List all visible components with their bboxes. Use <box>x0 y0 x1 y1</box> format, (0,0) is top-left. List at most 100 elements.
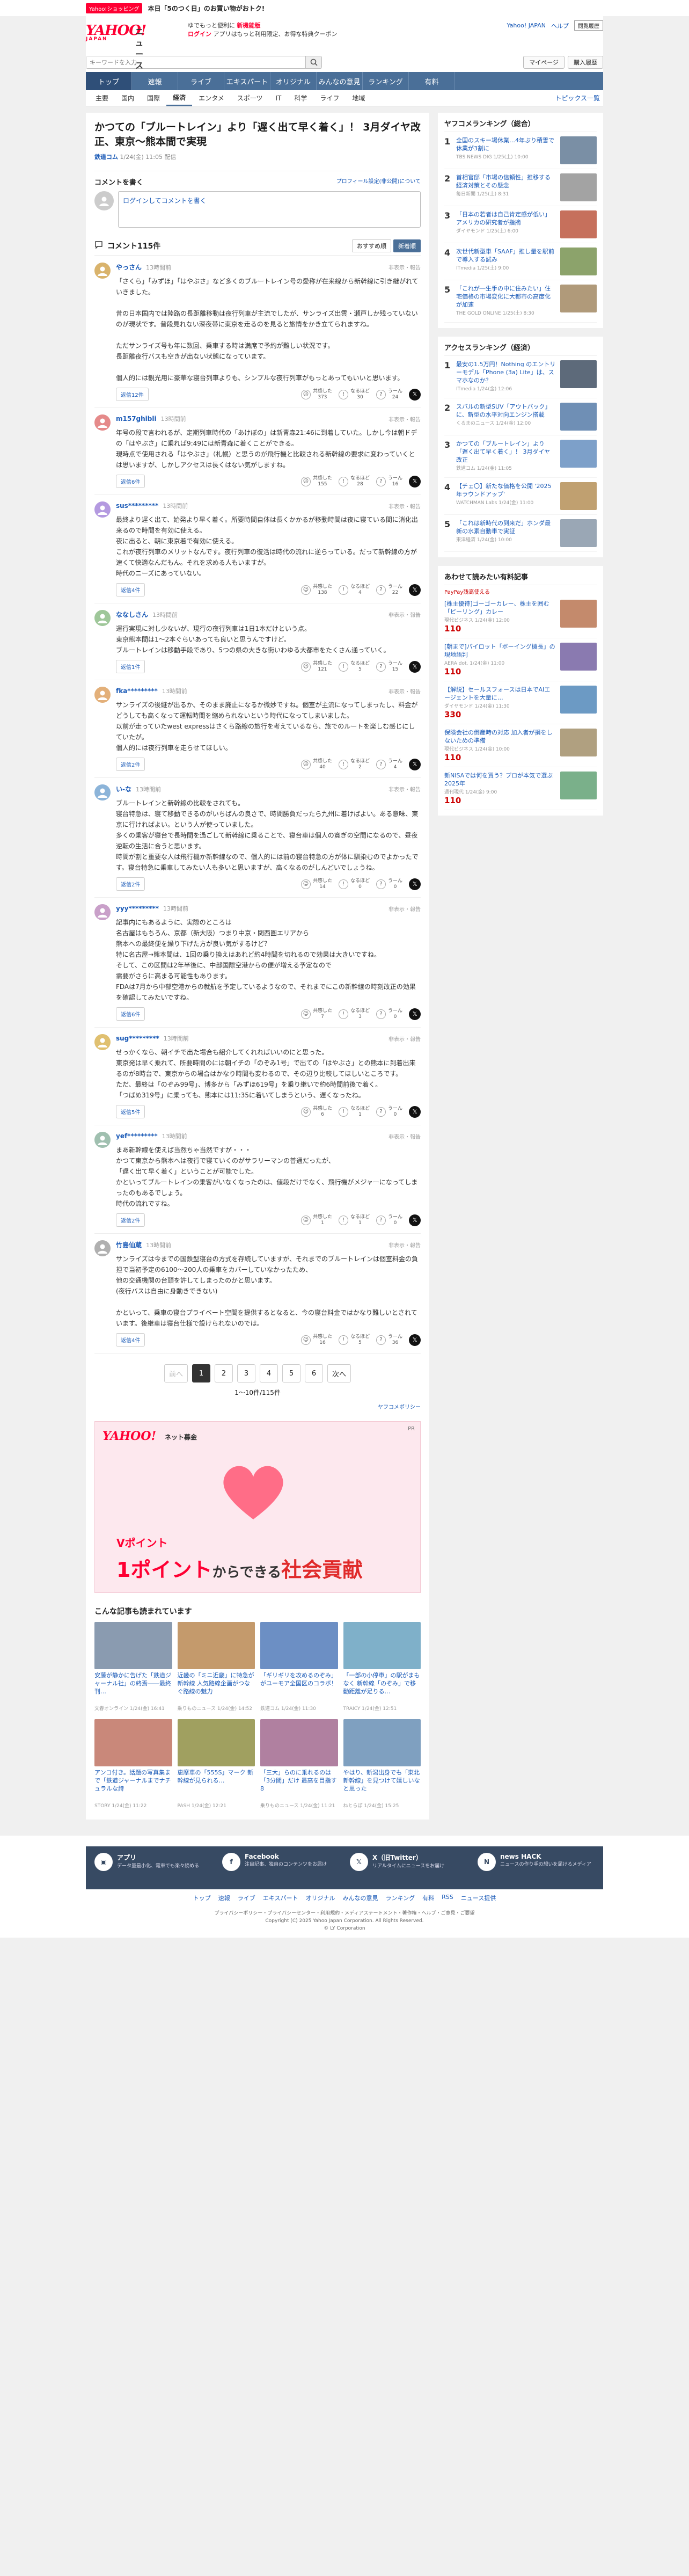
paid-article-item[interactable]: [株主優待]ゴーゴーカレー、株主を囲む「ピーリング」カレー 現代ビジネス 1/24… <box>444 595 597 638</box>
reaction-r3[interactable]: ? うーん 22 <box>376 584 402 596</box>
footer-link[interactable]: みんなの意見 <box>342 1894 378 1902</box>
subnav-it[interactable]: IT <box>269 90 288 106</box>
header-line1-red[interactable]: 新機能版 <box>237 22 261 29</box>
subnav-economy[interactable]: 経済 <box>166 90 193 106</box>
ranking-item[interactable]: 3 かつての「ブルートレイン」より「遅く出て早く着く」！ 3月ダイヤ改正 鉄道コム … <box>444 435 597 478</box>
recommended-item[interactable]: 安藤が静かに告げた「鉄道ジャーナル社」の終焉――最終刊… 文春オンライン 1/24… <box>94 1622 172 1712</box>
footer-policy-links[interactable]: プライバシーポリシー・プライバシーセンター・利用規約・メディアステートメント・著… <box>86 1910 603 1917</box>
reaction-r1[interactable]: ☺ 共感した 6 <box>300 1106 332 1118</box>
reaction-r3[interactable]: ? うーん 24 <box>376 389 402 401</box>
commenter-name[interactable]: sus********* <box>116 502 158 510</box>
commenter-avatar-icon[interactable] <box>94 784 111 801</box>
purchase-history-button[interactable]: 購入履歴 <box>568 56 603 69</box>
recommended-item[interactable]: 「一部の小停車」の駅がまもなく 新幹線「のぞみ」で移動距離が足りる… TRAICY… <box>343 1622 421 1712</box>
reply-button[interactable]: 返信4件 <box>116 583 145 596</box>
share-x-icon[interactable]: 𝕏 <box>409 475 421 487</box>
footer-block[interactable]: f Facebook 注目記事、独自のコンテンツをお届け <box>222 1853 339 1883</box>
profile-setting-link[interactable]: プロフィール設定(非公開)について <box>336 177 421 187</box>
paid-article-item[interactable]: 【解説】セールスフォースは日本でAIエージェントを大量に… ダイヤモンド 1/24… <box>444 681 597 724</box>
commenter-name[interactable]: m157ghibli <box>116 415 157 423</box>
ranking-title[interactable]: かつての「ブルートレイン」より「遅く出て早く着く」！ 3月ダイヤ改正 <box>456 440 556 464</box>
recommended-caption[interactable]: 「三大」らのに乗れるのは「3分間」だけ 最高を目指す 8 <box>260 1769 338 1801</box>
footer-link[interactable]: 有料 <box>422 1894 434 1902</box>
commenter-avatar-icon[interactable] <box>94 414 111 431</box>
ranking-item[interactable]: 5 「これは新時代の到来だ」ホンダ最新の水素自動車で実証 東洋経済 1/24(金) … <box>444 515 597 552</box>
recommended-item[interactable]: やはり、新潟出身でも「東北新幹線」を見つけて嬉しいなと思った ねとらぼ 1/24(… <box>343 1719 421 1809</box>
pager-page[interactable]: 3 <box>237 1364 255 1382</box>
ranking-item[interactable]: 3 「日本の若者は自己肯定感が低い」アメリカの研究者が指摘 ダイヤモンド 1/25(… <box>444 206 597 243</box>
help-link[interactable]: ヘルプ <box>551 21 569 30</box>
ranking-title[interactable]: 全国のスキー場休業…4年ぶり積雪で休業が3割に <box>456 136 556 152</box>
paid-article-item[interactable]: 保険会社の倒産時の対応 加入者が損をしないための準備 現代ビジネス 1/24(金)… <box>444 724 597 767</box>
paid-article-title[interactable]: 新NISAでは何を買う？プロが本気で選ぶ2025年 <box>444 772 556 788</box>
nav-top[interactable]: トップ <box>86 72 132 90</box>
subnav-domestic[interactable]: 国内 <box>115 90 141 106</box>
nav-expert[interactable]: エキスパート <box>224 72 270 90</box>
footer-link[interactable]: RSS <box>442 1894 453 1902</box>
recommended-item[interactable]: アンコ付き。話題の写真集まで「鉄道ジャーナルまでナチュラルな詩 STORY 1/2… <box>94 1719 172 1809</box>
comment-hide-report[interactable]: 非表示・報告 <box>389 502 421 510</box>
reaction-r1[interactable]: ☺ 共感した 121 <box>300 661 332 673</box>
reply-button[interactable]: 返信6件 <box>116 1007 145 1021</box>
reaction-r2[interactable]: ! なるほど 30 <box>338 389 370 401</box>
commenter-avatar-icon[interactable] <box>94 501 111 518</box>
comment-hide-report[interactable]: 非表示・報告 <box>389 1132 421 1140</box>
reaction-r1[interactable]: ☺ 共感した 40 <box>300 759 332 770</box>
reaction-r1[interactable]: ☺ 共感した 7 <box>300 1008 332 1020</box>
reply-button[interactable]: 返信4件 <box>116 1333 145 1347</box>
comment-hide-report[interactable]: 非表示・報告 <box>389 905 421 913</box>
footer-link[interactable]: トップ <box>193 1894 211 1902</box>
recommended-item[interactable]: 「三大」らのに乗れるのは「3分間」だけ 最高を目指す 8 乗りものニュース 1/2… <box>260 1719 338 1809</box>
reply-button[interactable]: 返信2件 <box>116 758 145 771</box>
recommended-caption[interactable]: やはり、新潟出身でも「東北新幹線」を見つけて嬉しいなと思った <box>343 1769 421 1801</box>
comment-hide-report[interactable]: 非表示・報告 <box>389 785 421 793</box>
subnav-science[interactable]: 科学 <box>288 90 313 106</box>
article-source[interactable]: 鉄道コム <box>94 154 118 161</box>
paid-article-item[interactable]: [朝まで]パイロット「ボーイング機長」の現地語判 AERA dot. 1/24(金… <box>444 638 597 681</box>
reaction-r3[interactable]: ? うーん 0 <box>376 1008 402 1020</box>
reaction-r2[interactable]: ! なるほど 1 <box>338 1214 370 1226</box>
footer-block[interactable]: ▣ アプリ データ量最小化、電車でも楽々読める <box>94 1853 211 1883</box>
ranking-item[interactable]: 2 首相官邸「市場の信頼性」推移する経済対策とその懸念 毎日新聞 1/25(土) 8… <box>444 169 597 206</box>
reaction-r1[interactable]: ☺ 共感した 1 <box>300 1214 332 1226</box>
reaction-r2[interactable]: ! なるほど 4 <box>338 584 370 596</box>
topics-list-link[interactable]: トピックス一覧 <box>555 93 600 103</box>
reaction-r3[interactable]: ? うーん 0 <box>376 878 402 890</box>
share-x-icon[interactable]: 𝕏 <box>409 758 421 770</box>
ranking-title[interactable]: 【チェ〇】新たな価格を公開 '2025年ラウンドアップ' <box>456 482 556 498</box>
comment-login-input[interactable]: ログインしてコメントを書く <box>118 191 421 228</box>
comment-hide-report[interactable]: 非表示・報告 <box>389 610 421 618</box>
recommended-caption[interactable]: 近畿の「ミニ近畿」に特急が新幹線 人気路線企画がつなぐ路線の魅力 <box>178 1671 255 1704</box>
nav-live[interactable]: ライブ <box>178 72 224 90</box>
share-x-icon[interactable]: 𝕏 <box>409 660 421 673</box>
search-icon[interactable] <box>305 56 321 68</box>
footer-link[interactable]: ランキング <box>385 1894 415 1902</box>
subnav-life[interactable]: ライフ <box>313 90 346 106</box>
recommended-caption[interactable]: 「ギリギリを攻めるのぞみ」がユーモア全国区のコラボ！ <box>260 1671 338 1704</box>
subnav-world[interactable]: 国際 <box>141 90 166 106</box>
pager-next[interactable]: 次へ <box>327 1364 351 1382</box>
share-x-icon[interactable]: 𝕏 <box>409 1334 421 1346</box>
share-x-icon[interactable]: 𝕏 <box>409 1008 421 1020</box>
recommended-item[interactable]: 恵摩車の「555S」マーク 新幹線が見られる… PASH 1/24(金) 12:2… <box>177 1719 255 1809</box>
nav-paid[interactable]: 有料 <box>409 72 455 90</box>
recommended-item[interactable]: 「ギリギリを攻めるのぞみ」がユーモア全国区のコラボ！ 鉄道コム 1/24(金) 1… <box>260 1622 338 1712</box>
comment-hide-report[interactable]: 非表示・報告 <box>389 1035 421 1043</box>
pager-page[interactable]: 1 <box>192 1364 210 1382</box>
recommended-caption[interactable]: アンコ付き。話題の写真集まで「鉄道ジャーナルまでナチュラルな詩 <box>94 1769 172 1801</box>
reaction-r1[interactable]: ☺ 共感した 155 <box>300 476 332 487</box>
yahoo-news-logo[interactable]: YAHOO! JAPAN ニュース <box>86 23 150 70</box>
ranking-item[interactable]: 4 【チェ〇】新たな価格を公開 '2025年ラウンドアップ' WATCHMAN La… <box>444 478 597 515</box>
pager-page[interactable]: 6 <box>305 1364 323 1382</box>
reply-button[interactable]: 返信5件 <box>116 1105 145 1118</box>
sort-recommended-tab[interactable]: おすすめ順 <box>352 239 391 252</box>
commenter-avatar-icon[interactable] <box>94 610 111 626</box>
reaction-r3[interactable]: ? うーん 36 <box>376 1334 402 1346</box>
comment-hide-report[interactable]: 非表示・報告 <box>389 415 421 423</box>
commenter-name[interactable]: ななしさん <box>116 610 148 619</box>
subnav-entertainment[interactable]: エンタメ <box>192 90 231 106</box>
history-button[interactable]: 閲覧履歴 <box>574 20 603 31</box>
commenter-avatar-icon[interactable] <box>94 904 111 920</box>
share-x-icon[interactable]: 𝕏 <box>409 1214 421 1226</box>
ranking-item[interactable]: 1 最安の1.5万円！Nothing のエントリーモデル「Phone (3a) L… <box>444 356 597 398</box>
